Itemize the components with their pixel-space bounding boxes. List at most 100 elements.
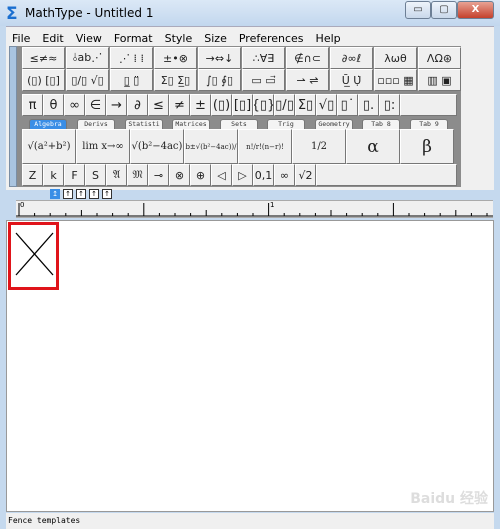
symbol-button[interactable]: π xyxy=(22,94,43,116)
tab-statisti[interactable]: Statisti xyxy=(125,119,163,129)
toolbar-grip[interactable] xyxy=(9,46,17,187)
palette-button[interactable]: ▫▫▫ ▦ xyxy=(374,69,417,91)
tab-sets[interactable]: Sets xyxy=(220,119,258,129)
small-symbol-button[interactable]: ∞ xyxy=(274,164,295,186)
palette-button[interactable]: ∫▯ ∮▯ xyxy=(198,69,241,91)
symbol-button[interactable]: θ xyxy=(43,94,64,116)
palette-button[interactable]: ∂∞ℓ xyxy=(330,47,373,69)
size-button[interactable]: ↥ xyxy=(50,189,60,199)
palette-button[interactable]: (▯) [▯] xyxy=(22,69,65,91)
empty-slot xyxy=(400,94,457,116)
title-bar: Σ MathType - Untitled 1 ▭ ▢ X xyxy=(0,0,500,26)
small-symbol-button[interactable]: 𝔄 xyxy=(106,164,127,186)
palette-button[interactable]: Σ▯ Σ̲▯ xyxy=(154,69,197,91)
symbol-button[interactable]: [▯] xyxy=(232,94,253,116)
symbol-button[interactable]: ▯: xyxy=(379,94,400,116)
palette-button[interactable]: ΛΩ⊛ xyxy=(418,47,461,69)
highlight-box xyxy=(8,222,59,290)
template-button[interactable]: β xyxy=(400,129,454,164)
symbol-button[interactable]: {▯} xyxy=(253,94,274,116)
menu-edit[interactable]: Edit xyxy=(36,30,69,45)
tab-geometry[interactable]: Geometry xyxy=(315,119,353,129)
small-symbol-button[interactable]: ◁ xyxy=(211,164,232,186)
size-button[interactable]: ↑ xyxy=(102,189,112,199)
small-symbol-button[interactable]: 𝔐 xyxy=(127,164,148,186)
palette-button[interactable]: ≤≠≈ xyxy=(22,47,65,69)
menu-file[interactable]: File xyxy=(6,30,36,45)
maximize-button[interactable]: ▢ xyxy=(431,1,457,19)
menu-style[interactable]: Style xyxy=(159,30,199,45)
tab-matrices[interactable]: Matrices xyxy=(172,119,210,129)
symbol-button[interactable]: √▯ xyxy=(316,94,337,116)
small-symbol-button[interactable]: k xyxy=(43,164,64,186)
palette-button[interactable]: ∉∩⊂ xyxy=(286,47,329,69)
symbol-button[interactable]: ▯. xyxy=(358,94,379,116)
template-button[interactable]: α xyxy=(346,129,400,164)
ruler: 0 1 xyxy=(16,200,493,218)
template-button[interactable]: 1/2 xyxy=(292,129,346,164)
template-button[interactable]: lim x→∞ xyxy=(76,129,130,164)
palette-button[interactable]: ▯/▯ √▯ xyxy=(66,69,109,91)
palette-button[interactable]: λωθ xyxy=(374,47,417,69)
tab-tab-8[interactable]: Tab 8 xyxy=(362,119,400,129)
template-button[interactable]: (−b±√(b²−4ac))/2a xyxy=(184,129,238,164)
small-symbol-button[interactable]: ▷ xyxy=(232,164,253,186)
size-button[interactable]: ↑ xyxy=(89,189,99,199)
small-symbol-button[interactable]: S xyxy=(85,164,106,186)
template-button[interactable]: n!/r!(n−r)! xyxy=(238,129,292,164)
empty-slot xyxy=(316,164,457,186)
menu-help[interactable]: Help xyxy=(310,30,347,45)
palette-button[interactable]: ∴∀∃ xyxy=(242,47,285,69)
symbol-button[interactable]: ± xyxy=(190,94,211,116)
small-symbol-button[interactable]: F xyxy=(64,164,85,186)
menu-bar: File Edit View Format Style Size Preferences He… xyxy=(6,26,494,45)
ruler-label-1: 1 xyxy=(270,201,275,209)
symbol-button[interactable]: ≤ xyxy=(148,94,169,116)
menu-size[interactable]: Size xyxy=(198,30,233,45)
symbol-button[interactable]: → xyxy=(106,94,127,116)
symbol-button[interactable]: Σ▯ xyxy=(295,94,316,116)
size-button[interactable]: ↑ xyxy=(63,189,73,199)
small-symbol-button[interactable]: ⊕ xyxy=(190,164,211,186)
tab-tab-9[interactable]: Tab 9 xyxy=(410,119,448,129)
palette-button[interactable]: ▭ ▭⃗ xyxy=(242,69,285,91)
menu-format[interactable]: Format xyxy=(108,30,159,45)
mathtype-sigma-icon: Σ xyxy=(6,4,18,24)
empty-placeholder-x-icon xyxy=(15,232,54,276)
ruler-label-0: 0 xyxy=(20,201,25,209)
menu-view[interactable]: View xyxy=(70,30,108,45)
tab-algebra[interactable]: Algebra xyxy=(29,119,67,129)
palette-button[interactable]: ⫰ab⋰ xyxy=(66,47,109,69)
palette-button[interactable]: →⇔↓ xyxy=(198,47,241,69)
symbol-button[interactable]: ≠ xyxy=(169,94,190,116)
palette-button[interactable]: ⇀ ⇌ xyxy=(286,69,329,91)
symbol-button[interactable]: ∞ xyxy=(64,94,85,116)
palette-button[interactable]: ▥ ▣ xyxy=(418,69,461,91)
small-symbol-button[interactable]: [0,1] xyxy=(253,164,274,186)
symbol-button[interactable]: ▯˙ xyxy=(337,94,358,116)
palette-button[interactable]: Ū̲ Ụ̇ xyxy=(330,69,373,91)
symbol-button[interactable]: ▯/▯ xyxy=(274,94,295,116)
symbol-button[interactable]: ∂ xyxy=(127,94,148,116)
tab-trig[interactable]: Trig xyxy=(267,119,305,129)
small-symbol-button[interactable]: ⊗ xyxy=(169,164,190,186)
watermark: Baidu 经验 xyxy=(410,491,488,507)
size-button[interactable]: ↑ xyxy=(76,189,86,199)
template-button[interactable]: √(a²+b²) xyxy=(22,129,76,164)
palette-button[interactable]: ▯̲ ▯̈ xyxy=(110,69,153,91)
palette-button[interactable]: ±•⊗ xyxy=(154,47,197,69)
small-symbol-button[interactable]: Z xyxy=(22,164,43,186)
ruler-ticks xyxy=(16,203,493,217)
minimize-button[interactable]: ▭ xyxy=(405,1,431,19)
symbol-button[interactable]: ∈ xyxy=(85,94,106,116)
template-button[interactable]: √(b²−4ac) xyxy=(130,129,184,164)
small-symbol-button[interactable]: ⊸ xyxy=(148,164,169,186)
status-bar: Fence templates xyxy=(6,513,494,529)
tab-derivs[interactable]: Derivs xyxy=(77,119,115,129)
equation-editor-area[interactable] xyxy=(6,220,494,512)
small-symbol-button[interactable]: √2 xyxy=(295,164,316,186)
close-button[interactable]: X xyxy=(457,1,494,19)
symbol-button[interactable]: (▯) xyxy=(211,94,232,116)
palette-button[interactable]: ⋰ ⁞ ⁞ xyxy=(110,47,153,69)
menu-preferences[interactable]: Preferences xyxy=(233,30,310,45)
